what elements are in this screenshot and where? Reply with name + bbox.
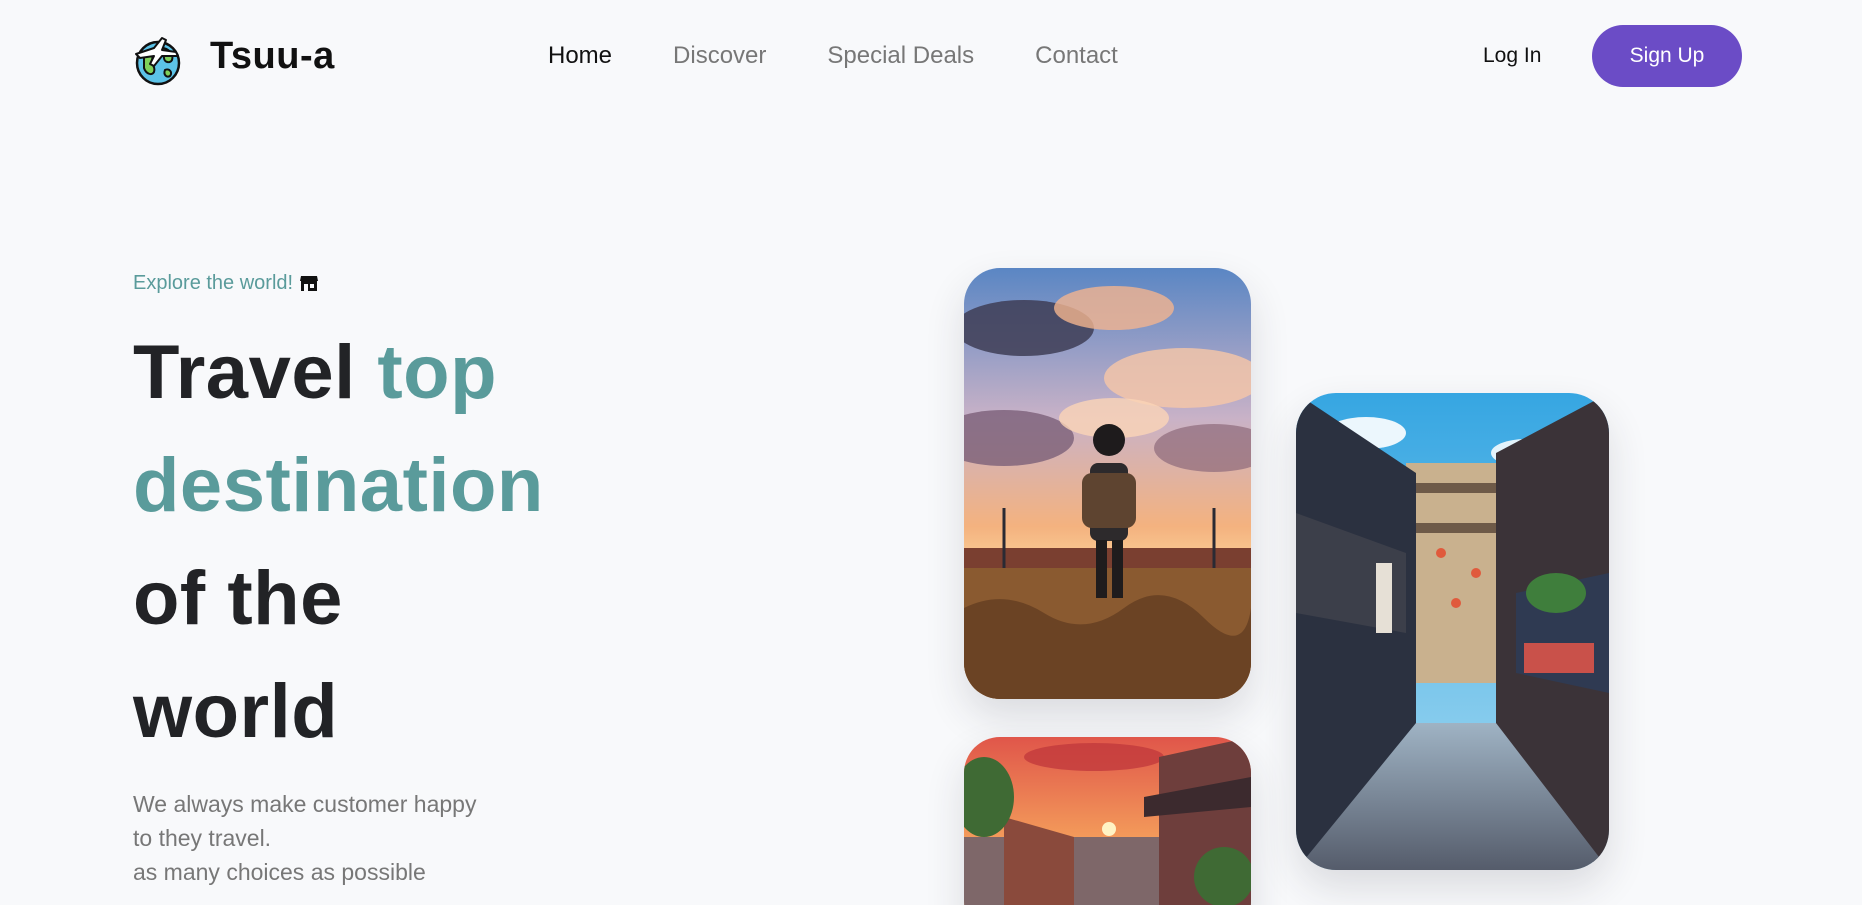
- landing-page: Tsuu-a Home Discover Special Deals Conta…: [0, 0, 1862, 905]
- hero-headline: Travel top destination of the world: [133, 316, 544, 768]
- brand-logo[interactable]: Tsuu-a: [132, 34, 334, 88]
- nav-contact[interactable]: Contact: [1035, 38, 1118, 74]
- login-link[interactable]: Log In: [1483, 42, 1541, 70]
- nav-home[interactable]: Home: [548, 38, 612, 74]
- headline-line-2: destination: [133, 443, 544, 528]
- subtext-line-2: to they travel.: [133, 825, 272, 851]
- headline-line-1: Travel top: [133, 316, 544, 429]
- headline-accent-1: top: [377, 330, 497, 415]
- gallery-image-traveler: [964, 268, 1251, 699]
- shop-icon: [300, 276, 319, 291]
- nav-special-deals[interactable]: Special Deals: [827, 38, 974, 74]
- eyebrow-text: Explore the world!: [133, 272, 294, 294]
- main-nav: Home Discover Special Deals Contact: [548, 38, 1118, 74]
- globe-plane-icon: [135, 37, 181, 86]
- brand-name: Tsuu-a: [210, 35, 335, 77]
- nav-discover[interactable]: Discover: [673, 38, 766, 74]
- gallery-image-sunset-town: [964, 737, 1251, 905]
- headline-line-3: of the: [133, 556, 343, 641]
- headline-line-4: world: [133, 669, 339, 754]
- headline-part-1: Travel: [133, 330, 378, 415]
- hero-eyebrow: Explore the world!: [133, 270, 319, 296]
- subtext-line-1: We always make customer happy: [133, 791, 477, 817]
- subtext-line-3: as many choices as possible: [133, 859, 426, 885]
- hero-subtext: We always make customer happy to they tr…: [133, 787, 476, 889]
- signup-button[interactable]: Sign Up: [1592, 25, 1742, 87]
- gallery-image-alley: [1296, 393, 1609, 870]
